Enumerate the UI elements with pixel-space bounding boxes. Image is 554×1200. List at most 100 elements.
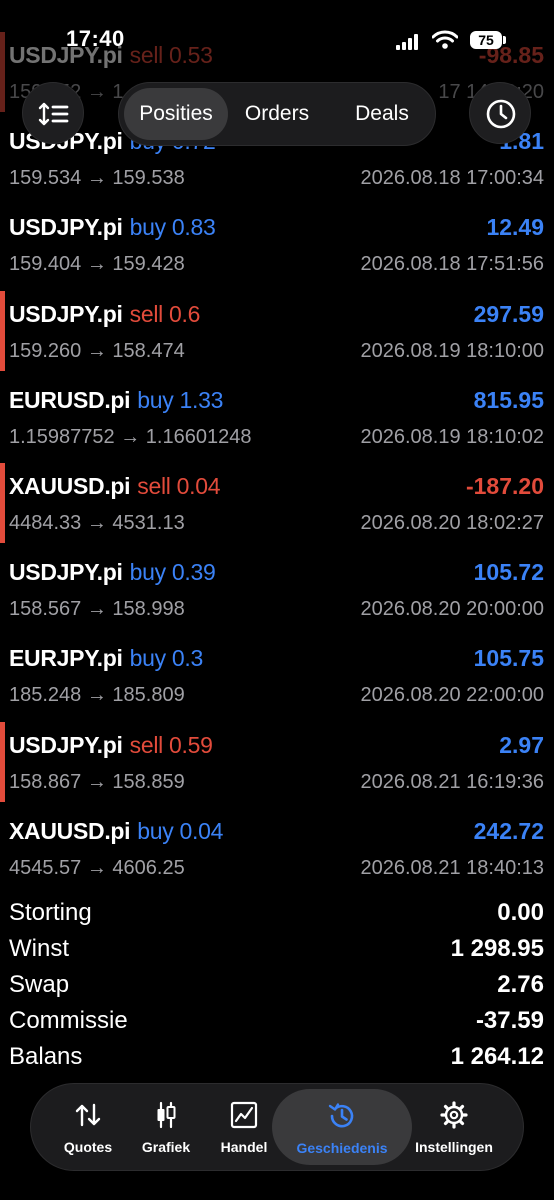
side-label: buy (129, 559, 166, 586)
summary-value: -37.59 (475, 1007, 544, 1034)
quotes-arrows-icon (75, 1103, 101, 1127)
symbol-name: USDJPY.pi (9, 731, 123, 758)
deal-time: 2026.08.20 18:02:27 (360, 512, 544, 534)
tab-instellingen[interactable]: Instellingen (409, 1084, 499, 1170)
summary-label: Commissie (9, 1007, 128, 1034)
volume-value: 0.04 (179, 817, 224, 844)
deal-symbol: USDJPY.pi sell 0.6 (9, 301, 200, 328)
deal-prices: 159.260 → 158.474 (9, 339, 185, 362)
deal-profit: 242.72 (473, 817, 544, 844)
segment-orders[interactable]: Orders (231, 83, 323, 145)
summary-row-commissie: Commissie -37.59 (0, 1004, 554, 1040)
volume-value: 0.3 (171, 645, 203, 672)
segment-deals[interactable]: Deals (333, 83, 431, 145)
deal-row[interactable]: USDJPY.pi buy 0.83 12.49 159.404 → 159.428 2… (0, 202, 554, 288)
cellular-signal-icon (396, 34, 422, 50)
deal-prices: 159.404 → 159.428 (9, 253, 185, 276)
deal-time: 2026.08.18 17:00:34 (360, 167, 544, 190)
volume-value: 0.59 (169, 731, 213, 758)
history-clock-icon (328, 1103, 354, 1128)
deal-profit: 2.97 (499, 731, 544, 758)
symbol-name: USDJPY.pi (9, 214, 123, 241)
volume-value: 0.04 (176, 473, 221, 499)
summary-row-winst: Winst 1 298.95 (0, 932, 554, 968)
status-bar: 17:40 75 (0, 0, 554, 60)
deal-profit: 105.75 (473, 645, 544, 672)
deal-row[interactable]: EURJPY.pi buy 0.3 105.75 185.248 → 185.809 2… (0, 633, 554, 719)
battery-nub (503, 36, 506, 44)
symbol-name: USDJPY.pi (9, 559, 123, 586)
deal-time: 2026.08.21 16:19:36 (360, 770, 544, 793)
symbol-name: USDJPY.pi (9, 300, 123, 327)
deal-time: 2026.08.21 18:40:13 (360, 856, 544, 879)
tab-grafiek[interactable]: Grafiek (123, 1084, 209, 1170)
symbol-name: EURUSD.pi (9, 386, 131, 413)
side-label: sell (137, 473, 171, 499)
deal-symbol: EURUSD.pi buy 1.33 (9, 387, 223, 414)
deal-side: buy 0.04 (137, 818, 223, 844)
tab-quotes[interactable]: Quotes (45, 1084, 131, 1170)
deal-symbol: EURJPY.pi buy 0.3 (9, 645, 203, 672)
wifi-icon (432, 30, 458, 49)
deal-prices: 159.534 → 159.538 (9, 167, 185, 190)
deal-profit: -187.20 (465, 473, 544, 499)
deal-row[interactable]: USDJPY.pi sell 0.59 2.97 158.867 → 158.859 2… (0, 720, 554, 806)
deal-symbol: USDJPY.pi buy 0.39 (9, 559, 216, 586)
symbol-name: XAUUSD.pi (9, 473, 131, 499)
sell-indicator-bar (0, 721, 5, 802)
clock-icon (486, 99, 516, 129)
deal-prices: 4484.33 → 4531.13 (9, 512, 185, 534)
deal-side: buy 0.83 (130, 214, 216, 240)
symbol-name: EURJPY.pi (9, 645, 123, 672)
deal-side: sell 0.6 (130, 300, 201, 327)
deal-row[interactable]: XAUUSD.pi sell 0.04 -187.20 4484.33 → 4531.… (0, 461, 554, 547)
segment-posities[interactable]: Posities (124, 88, 228, 140)
deal-time: 2026.08.20 20:00:00 (360, 598, 544, 621)
side-label: buy (137, 386, 174, 413)
deal-row[interactable]: XAUUSD.pi buy 0.04 242.72 4545.57 → 4606.25… (0, 806, 554, 892)
tab-label: Instellingen (415, 1139, 493, 1155)
side-label: buy (137, 817, 174, 844)
summary-label: Swap (9, 971, 70, 998)
deal-time: 2026.08.18 17:51:56 (360, 253, 544, 276)
volume-value: 0.6 (169, 300, 201, 327)
volume-value: 0.83 (171, 214, 216, 241)
summary-row-swap: Swap 2.76 (0, 968, 554, 1004)
status-time: 17:40 (66, 26, 125, 51)
gear-icon (440, 1101, 468, 1129)
deal-profit: 297.59 (473, 300, 544, 327)
deal-symbol: USDJPY.pi buy 0.83 (9, 214, 216, 241)
side-label: buy (129, 214, 166, 241)
deal-profit: 105.72 (473, 559, 544, 586)
summary-value: 2.76 (497, 971, 544, 998)
sort-button[interactable] (22, 82, 84, 144)
deal-time: 2026.08.19 18:10:02 (360, 425, 544, 448)
tab-geschiedenis[interactable]: Geschiedenis (272, 1089, 412, 1165)
summary-label: Balans (9, 1043, 83, 1070)
deal-time: 2026.08.19 18:10:00 (360, 339, 544, 362)
summary-row-balans: Balans 1 264.12 (0, 1040, 554, 1076)
sell-indicator-bar (0, 463, 5, 543)
deal-symbol: XAUUSD.pi buy 0.04 (9, 818, 223, 845)
tab-bar[interactable]: Quotes Grafiek Handel Geschiedenis Inste… (30, 1083, 524, 1171)
candlestick-icon (157, 1101, 176, 1129)
summary-row-storting: Storting 0.00 (0, 896, 554, 932)
deal-profit: 12.49 (486, 214, 544, 241)
deal-symbol: USDJPY.pi sell 0.59 (9, 732, 213, 759)
tab-label: Quotes (63, 1139, 113, 1155)
deal-side: buy 0.39 (130, 559, 216, 585)
deal-row[interactable]: USDJPY.pi buy 0.39 105.72 158.567 → 158.998… (0, 547, 554, 633)
side-label: sell (129, 731, 164, 758)
deal-side: sell 0.04 (137, 473, 220, 499)
segment-control[interactable]: Posities Orders Deals (118, 82, 436, 146)
sort-icon (38, 102, 69, 126)
deal-symbol: XAUUSD.pi sell 0.04 (9, 473, 221, 500)
deal-profit: 815.95 (473, 386, 544, 413)
sell-indicator-bar (0, 290, 5, 371)
summary-label: Storting (9, 899, 92, 926)
history-period-button[interactable] (469, 82, 531, 144)
trade-chart-icon (230, 1101, 258, 1129)
deal-row[interactable]: USDJPY.pi sell 0.6 297.59 159.260 → 158.474… (0, 289, 554, 375)
deal-row[interactable]: EURUSD.pi buy 1.33 815.95 1.15987752 → 1.16… (0, 375, 554, 461)
symbol-name: XAUUSD.pi (9, 817, 131, 844)
